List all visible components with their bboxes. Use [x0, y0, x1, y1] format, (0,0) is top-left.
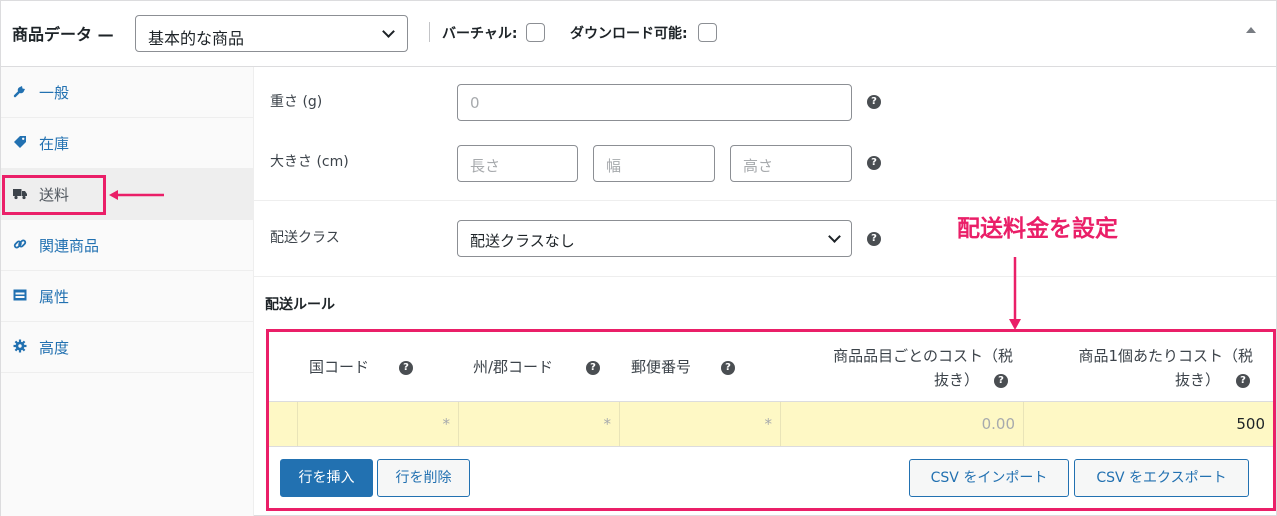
weight-label: 重さ (g) [270, 94, 323, 110]
tab-inventory-label: 在庫 [39, 135, 70, 153]
width-placeholder: 幅 [606, 157, 622, 175]
weight-input[interactable]: 0 [457, 84, 852, 121]
item-cost-header: 商品品目ごとのコスト（税 抜き） ? [833, 347, 1013, 389]
virtual-checkbox[interactable] [526, 23, 545, 42]
product-data-title: 商品データ — [12, 25, 114, 44]
product-data-header: 商品データ — 基本的な商品 バーチャル: ダウンロード可能: [1, 1, 1276, 67]
collapse-toggle-icon[interactable] [1246, 27, 1256, 33]
arrow-left-icon [109, 190, 164, 200]
table-row[interactable]: * * * 0.00 500 [269, 401, 1273, 447]
shipping-class-label: 配送クラス [270, 230, 340, 246]
product-data-panel: 商品データ — 基本的な商品 バーチャル: ダウンロード可能: 一般 在庫 送料… [0, 0, 1277, 516]
postcode-header: 郵便番号 ? [620, 332, 781, 401]
product-type-select[interactable]: 基本的な商品 [135, 15, 408, 52]
chevron-down-icon [828, 230, 841, 243]
gear-icon [13, 339, 27, 353]
width-input[interactable]: 幅 [593, 145, 715, 182]
item-cost-cell[interactable]: 0.00 [781, 402, 1024, 446]
product-data-tabs: 一般 在庫 送料 関連商品 属性 高度 [1, 67, 254, 516]
state-code-header: 州/郡コード ? [459, 332, 620, 401]
chevron-down-icon [382, 25, 395, 38]
unit-cost-header: 商品1個あたりコスト（税 抜き） ? [1078, 347, 1253, 389]
length-placeholder: 長さ [470, 157, 501, 175]
tab-attributes-label: 属性 [39, 288, 70, 306]
tab-advanced-label: 高度 [39, 339, 70, 357]
virtual-label: バーチャル: [442, 26, 518, 42]
dimensions-help-icon[interactable]: ? [867, 156, 881, 170]
state-help-icon[interactable]: ? [586, 361, 600, 375]
annotation-label: 配送料金を設定 [932, 209, 1143, 249]
tab-advanced[interactable]: 高度 [1, 322, 253, 373]
tab-linked-products-label: 関連商品 [39, 237, 100, 255]
shipping-class-select[interactable]: 配送クラスなし [457, 220, 852, 257]
postcode-help-icon[interactable]: ? [721, 361, 735, 375]
arrow-down-icon [1009, 257, 1021, 330]
link-icon [13, 239, 27, 249]
tab-linked-products[interactable]: 関連商品 [1, 220, 253, 271]
length-input[interactable]: 長さ [457, 145, 578, 182]
height-placeholder: 高さ [743, 157, 774, 175]
weight-help-icon[interactable]: ? [867, 95, 881, 109]
table-icon [13, 289, 27, 301]
postcode-cell[interactable]: * [620, 402, 781, 446]
shipping-class-help-icon[interactable]: ? [867, 232, 881, 246]
tab-inventory[interactable]: 在庫 [1, 118, 253, 169]
tab-general-label: 一般 [39, 84, 70, 102]
tag-icon [14, 136, 26, 148]
insert-row-button[interactable]: 行を挿入 [280, 459, 373, 497]
shipping-class-value: 配送クラスなし [470, 232, 575, 250]
row-select-handle[interactable] [269, 402, 298, 446]
country-help-icon[interactable]: ? [399, 361, 413, 375]
item-cost-help-icon[interactable]: ? [994, 374, 1008, 388]
weight-placeholder: 0 [470, 94, 480, 112]
country-code-header: 国コード ? [269, 332, 459, 401]
shipping-tab-highlight [2, 175, 106, 215]
unit-cost-cell[interactable]: 500 [1024, 402, 1273, 446]
shipping-rates-table: 国コード ? 州/郡コード ? 郵便番号 ? 商品品目ごとのコスト（税 抜き） … [266, 329, 1276, 511]
country-cell[interactable]: * [298, 402, 459, 446]
tab-attributes[interactable]: 属性 [1, 271, 253, 322]
tab-general[interactable]: 一般 [1, 67, 253, 118]
section-divider [254, 200, 1276, 201]
dimensions-label: 大きさ (cm) [270, 154, 349, 170]
product-type-value: 基本的な商品 [148, 29, 245, 48]
wrench-icon [13, 86, 25, 98]
shipping-rules-title: 配送ルール [265, 297, 335, 313]
export-csv-button[interactable]: CSV をエクスポート [1074, 459, 1249, 497]
import-csv-button[interactable]: CSV をインポート [909, 459, 1069, 497]
header-separator [429, 22, 430, 42]
downloadable-label: ダウンロード可能: [570, 26, 688, 42]
downloadable-checkbox[interactable] [698, 23, 717, 42]
unit-cost-help-icon[interactable]: ? [1236, 374, 1250, 388]
delete-row-button[interactable]: 行を削除 [377, 459, 470, 497]
state-cell[interactable]: * [459, 402, 620, 446]
section-divider [254, 276, 1276, 277]
height-input[interactable]: 高さ [730, 145, 852, 182]
